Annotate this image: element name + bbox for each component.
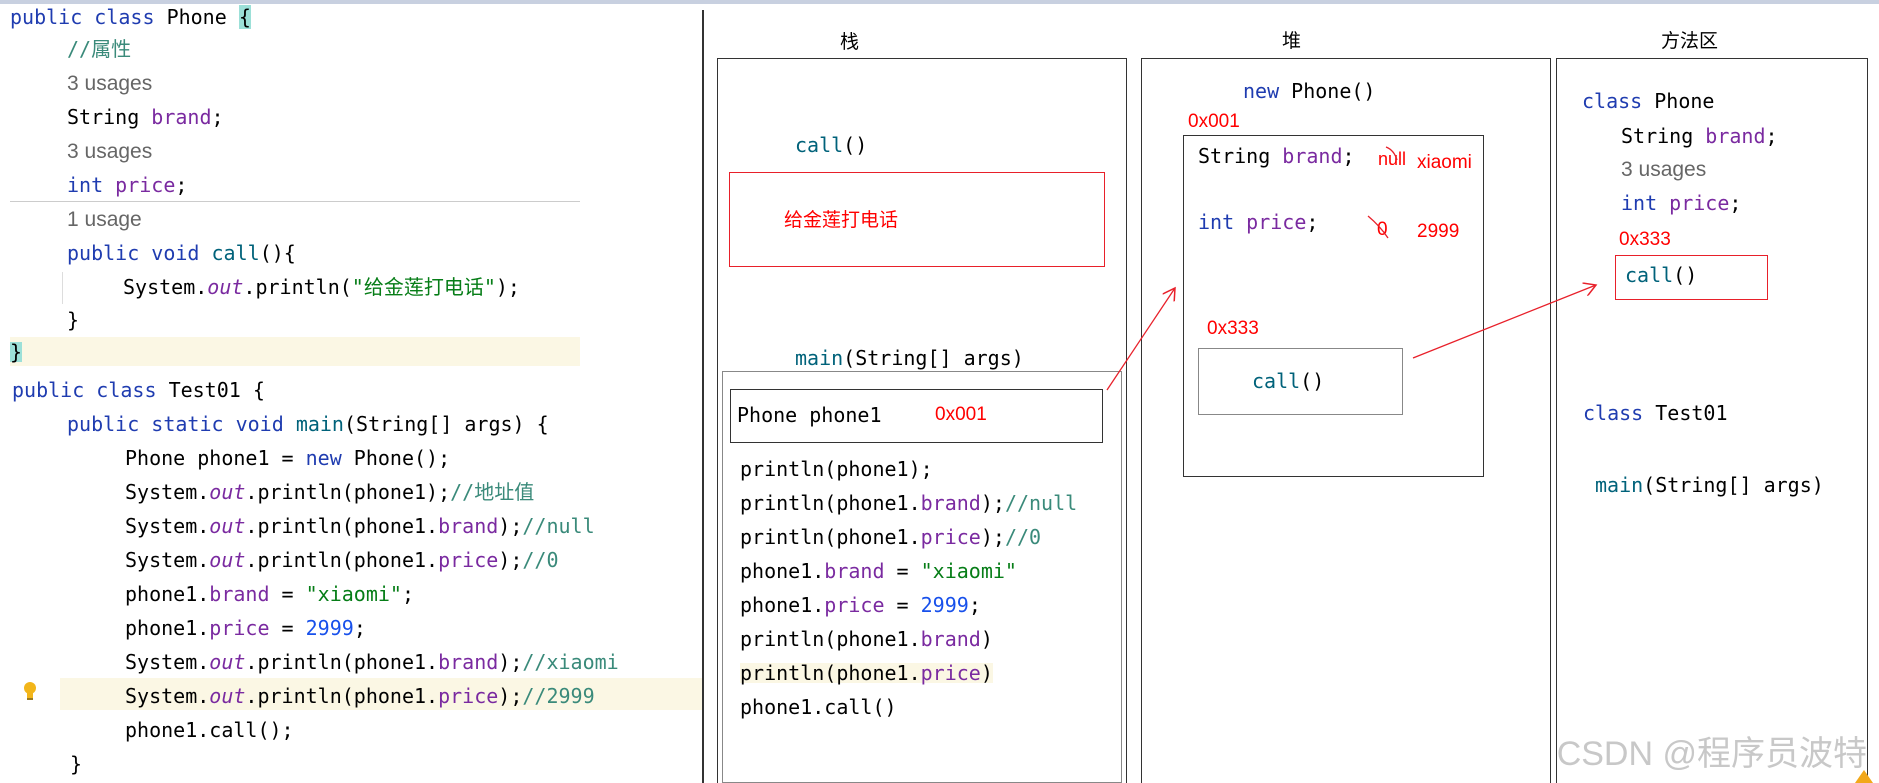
arrow-call-to-method-area xyxy=(1412,285,1596,359)
watermark: CSDN @程序员波特 xyxy=(1556,735,1867,773)
arrow-phone1-to-heap xyxy=(1106,288,1175,391)
arrow-layer xyxy=(1106,146,1873,783)
strike-brand-null xyxy=(1385,146,1398,161)
strike-price-zero xyxy=(1367,215,1389,239)
